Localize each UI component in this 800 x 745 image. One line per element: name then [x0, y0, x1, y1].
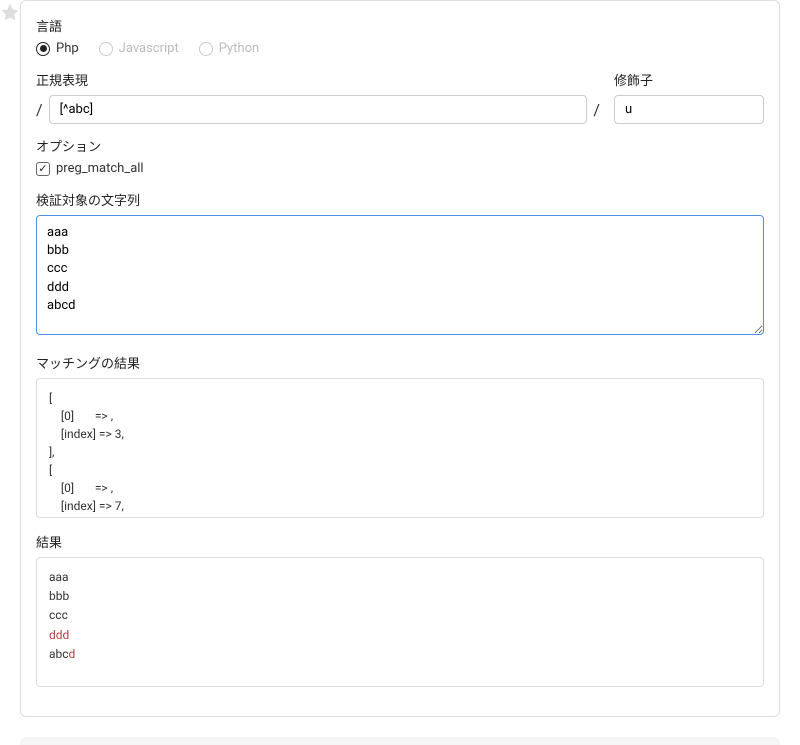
regex-slash-open: / — [36, 100, 43, 119]
language-label: 言語 — [36, 16, 764, 35]
radio-javascript[interactable]: Javascript — [99, 41, 179, 56]
result-line: ccc — [49, 606, 751, 625]
test-string-label: 検証対象の文字列 — [36, 190, 764, 209]
result-label: 結果 — [36, 532, 764, 551]
radio-label-php: Php — [56, 41, 79, 56]
match-output[interactable]: [ [0] => , [index] => 3, ], [ [0] => , [… — [36, 378, 764, 518]
language-radio-group: Php Javascript Python — [36, 41, 764, 56]
result-line-highlight: ddd — [49, 626, 751, 645]
radio-label-javascript: Javascript — [119, 41, 179, 56]
radio-icon — [36, 42, 50, 56]
modifier-label: 修飾子 — [614, 70, 764, 89]
modifier-input[interactable] — [614, 95, 764, 124]
regex-slash-close: / — [593, 100, 600, 119]
regex-input[interactable] — [49, 95, 588, 124]
result-line: aaa — [49, 568, 751, 587]
preg-match-all-checkbox[interactable]: preg_match_all — [36, 161, 764, 176]
radio-icon — [99, 42, 113, 56]
radio-php[interactable]: Php — [36, 41, 79, 56]
checkbox-label: preg_match_all — [56, 161, 144, 176]
result-line: bbb — [49, 587, 751, 606]
radio-label-python: Python — [219, 41, 259, 56]
checkbox-icon — [36, 162, 50, 176]
regex-label: 正規表現 — [36, 70, 600, 89]
bottom-panel-edge — [20, 737, 780, 745]
option-label: オプション — [36, 136, 764, 155]
radio-python[interactable]: Python — [199, 41, 259, 56]
radio-icon — [199, 42, 213, 56]
favorite-star-icon[interactable] — [0, 2, 20, 22]
result-output: aaa bbb ccc ddd abcd — [36, 557, 764, 687]
match-result-label: マッチングの結果 — [36, 353, 764, 372]
test-string-textarea[interactable] — [36, 215, 764, 335]
regex-tester-panel: 言語 Php Javascript Python 正規表現 / / — [20, 0, 780, 717]
result-line: abcd — [49, 645, 751, 664]
